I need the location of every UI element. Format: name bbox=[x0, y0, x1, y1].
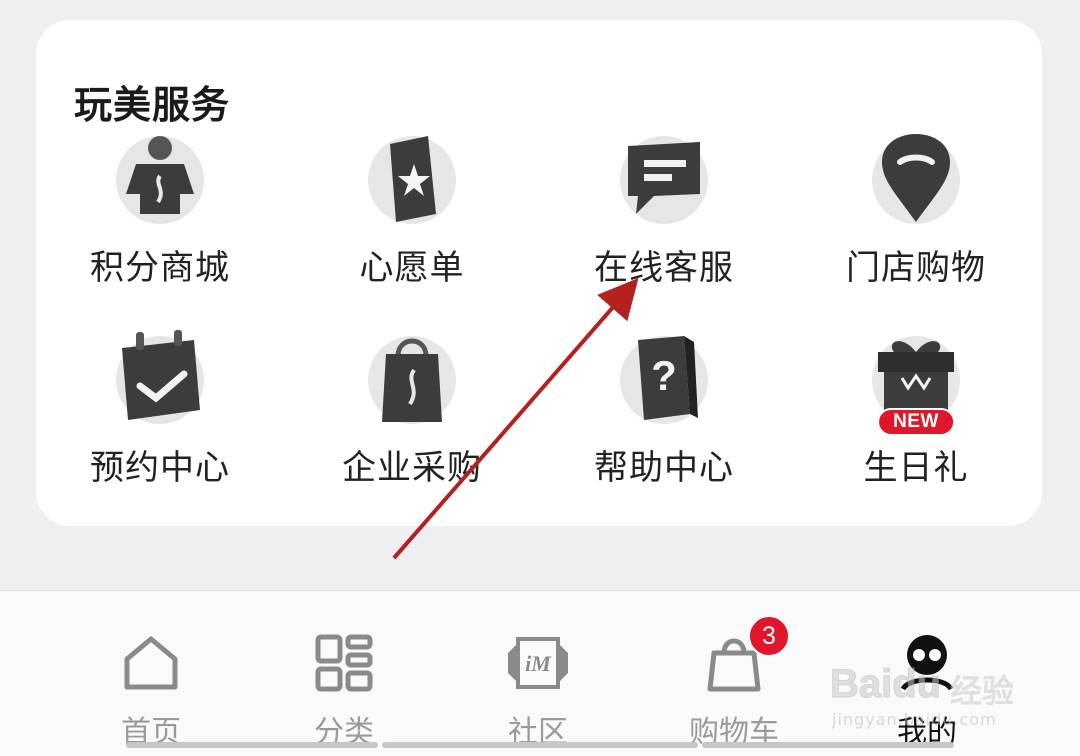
location-pin-icon bbox=[872, 134, 960, 224]
watermark-logo: Baidu bbox=[829, 662, 942, 707]
service-label: 预约中心 bbox=[90, 448, 230, 488]
service-corporate-purchase[interactable]: 企业采购 bbox=[312, 330, 512, 500]
service-label: 积分商城 bbox=[90, 248, 230, 288]
service-booking-center[interactable]: 预约中心 bbox=[60, 330, 260, 500]
home-icon bbox=[124, 636, 178, 690]
cart-count-badge: 3 bbox=[748, 615, 790, 657]
service-label: 门店购物 bbox=[846, 248, 986, 288]
service-label: 企业采购 bbox=[342, 448, 482, 488]
wishlist-icon bbox=[368, 136, 456, 224]
service-birthday-gift[interactable]: NEW 生日礼 bbox=[816, 330, 1016, 500]
service-label: 帮助中心 bbox=[594, 448, 734, 488]
scroll-indicator bbox=[126, 742, 378, 748]
service-help-center[interactable]: ? 帮助中心 bbox=[564, 330, 764, 500]
tab-category[interactable]: 分类 bbox=[274, 631, 414, 756]
service-wishlist[interactable]: 心愿单 bbox=[312, 130, 512, 300]
watermark-url: jingyan.baidu.com bbox=[832, 710, 997, 729]
section-title: 玩美服务 bbox=[74, 83, 231, 127]
help-book-icon: ? bbox=[620, 336, 708, 424]
service-label: 心愿单 bbox=[359, 248, 465, 288]
shopping-bag-icon bbox=[368, 336, 456, 424]
watermark-text: 经验 bbox=[950, 672, 1015, 710]
service-label: 在线客服 bbox=[594, 248, 734, 288]
service-points-mall[interactable]: 积分商城 bbox=[60, 130, 260, 300]
service-store-shopping[interactable]: 门店购物 bbox=[816, 130, 1016, 300]
service-label: 生日礼 bbox=[863, 448, 969, 488]
points-mall-icon bbox=[116, 136, 204, 224]
tab-community[interactable]: iM 社区 bbox=[468, 631, 608, 756]
tab-home[interactable]: 首页 bbox=[81, 631, 221, 756]
svg-text:?: ? bbox=[651, 352, 677, 399]
svg-text:iM: iM bbox=[525, 651, 552, 676]
scroll-indicator bbox=[702, 742, 954, 748]
service-online-support[interactable]: 在线客服 bbox=[564, 130, 764, 300]
calendar-check-icon bbox=[116, 330, 204, 424]
new-badge: NEW bbox=[877, 408, 955, 436]
baidu-jingyan-watermark: Baidu 经验 jingyan.baidu.com bbox=[829, 662, 1030, 732]
community-icon: iM bbox=[508, 637, 568, 689]
tab-cart[interactable]: 3 购物车 bbox=[664, 615, 804, 756]
scroll-indicator bbox=[382, 742, 698, 748]
chat-bubble-icon bbox=[620, 136, 708, 224]
category-grid-icon bbox=[315, 634, 373, 692]
services-card: 玩美服务 积分商城 心愿单 在线客服 门店购物 预约中心 企业采购 ? 帮助中心… bbox=[36, 20, 1042, 526]
